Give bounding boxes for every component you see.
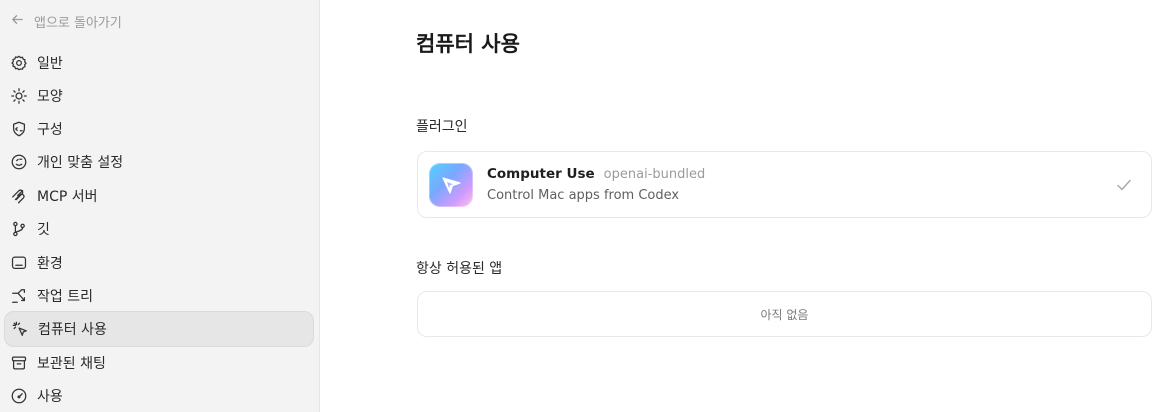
plugin-source: openai-bundled — [603, 167, 706, 182]
gear-icon — [10, 54, 28, 72]
allowed-apps-empty-state: 아직 없음 — [417, 291, 1152, 337]
back-to-app-link[interactable]: 앱으로 돌아가기 — [10, 10, 122, 32]
tree-icon — [10, 287, 28, 305]
sidebar-item-general[interactable]: 일반 — [4, 45, 314, 81]
sidebar-item-label: 깃 — [37, 222, 50, 238]
sidebar-item-computer-use[interactable]: 컴퓨터 사용 — [4, 311, 314, 347]
arrow-left-icon — [10, 12, 25, 31]
monitor-icon — [10, 254, 28, 272]
sidebar-item-label: 개인 맞춤 설정 — [37, 155, 124, 171]
page-title: 컴퓨터 사용 — [416, 32, 520, 56]
cursor-click-icon — [11, 320, 29, 338]
gauge-icon — [10, 387, 28, 405]
sidebar-item-archived-chats[interactable]: 보관된 채팅 — [4, 345, 314, 381]
allowed-apps-section-title: 항상 허용된 앱 — [416, 261, 503, 277]
main-content: 컴퓨터 사용 플러그인 Computer Use openai-bundled … — [320, 0, 1171, 412]
plugin-card-computer-use[interactable]: Computer Use openai-bundled Control Mac … — [417, 151, 1152, 218]
sidebar-item-environment[interactable]: 환경 — [4, 245, 314, 281]
sidebar-item-appearance[interactable]: 모양 — [4, 78, 314, 114]
settings-sidebar: 앱으로 돌아가기 일반 모양 구성 개인 맞춤 설정 MCP 서버 깃 환경 작… — [0, 0, 320, 412]
sidebar-item-label: 구성 — [37, 122, 63, 138]
face-icon — [10, 153, 28, 171]
checkmark-icon[interactable] — [1115, 176, 1133, 194]
sidebar-item-label: MCP 서버 — [37, 189, 98, 205]
sidebar-item-label: 환경 — [37, 256, 63, 272]
sidebar-item-git[interactable]: 깃 — [4, 211, 314, 247]
shield-code-icon — [10, 120, 28, 138]
cursor-arrow-logo-icon — [429, 162, 473, 207]
plugins-section-title: 플러그인 — [416, 119, 468, 135]
sidebar-item-label: 일반 — [37, 56, 63, 72]
plugin-name: Computer Use — [487, 166, 595, 182]
sidebar-item-configuration[interactable]: 구성 — [4, 111, 314, 147]
git-branch-icon — [10, 220, 28, 238]
back-label: 앱으로 돌아가기 — [34, 15, 122, 31]
plugin-description: Control Mac apps from Codex — [487, 188, 680, 203]
sidebar-item-label: 보관된 채팅 — [37, 356, 106, 372]
sidebar-item-label: 사용 — [37, 389, 63, 405]
sidebar-item-usage[interactable]: 사용 — [4, 378, 314, 412]
archive-icon — [10, 354, 28, 372]
plug-icon — [10, 187, 28, 205]
sidebar-item-worktree[interactable]: 작업 트리 — [4, 278, 314, 314]
sidebar-item-personalization[interactable]: 개인 맞춤 설정 — [4, 144, 314, 180]
sidebar-item-label: 컴퓨터 사용 — [38, 322, 107, 338]
sun-icon — [10, 87, 28, 105]
sidebar-item-mcp-servers[interactable]: MCP 서버 — [4, 178, 314, 214]
sidebar-item-label: 모양 — [37, 89, 63, 105]
sidebar-item-label: 작업 트리 — [37, 289, 93, 305]
empty-state-text: 아직 없음 — [760, 307, 809, 322]
